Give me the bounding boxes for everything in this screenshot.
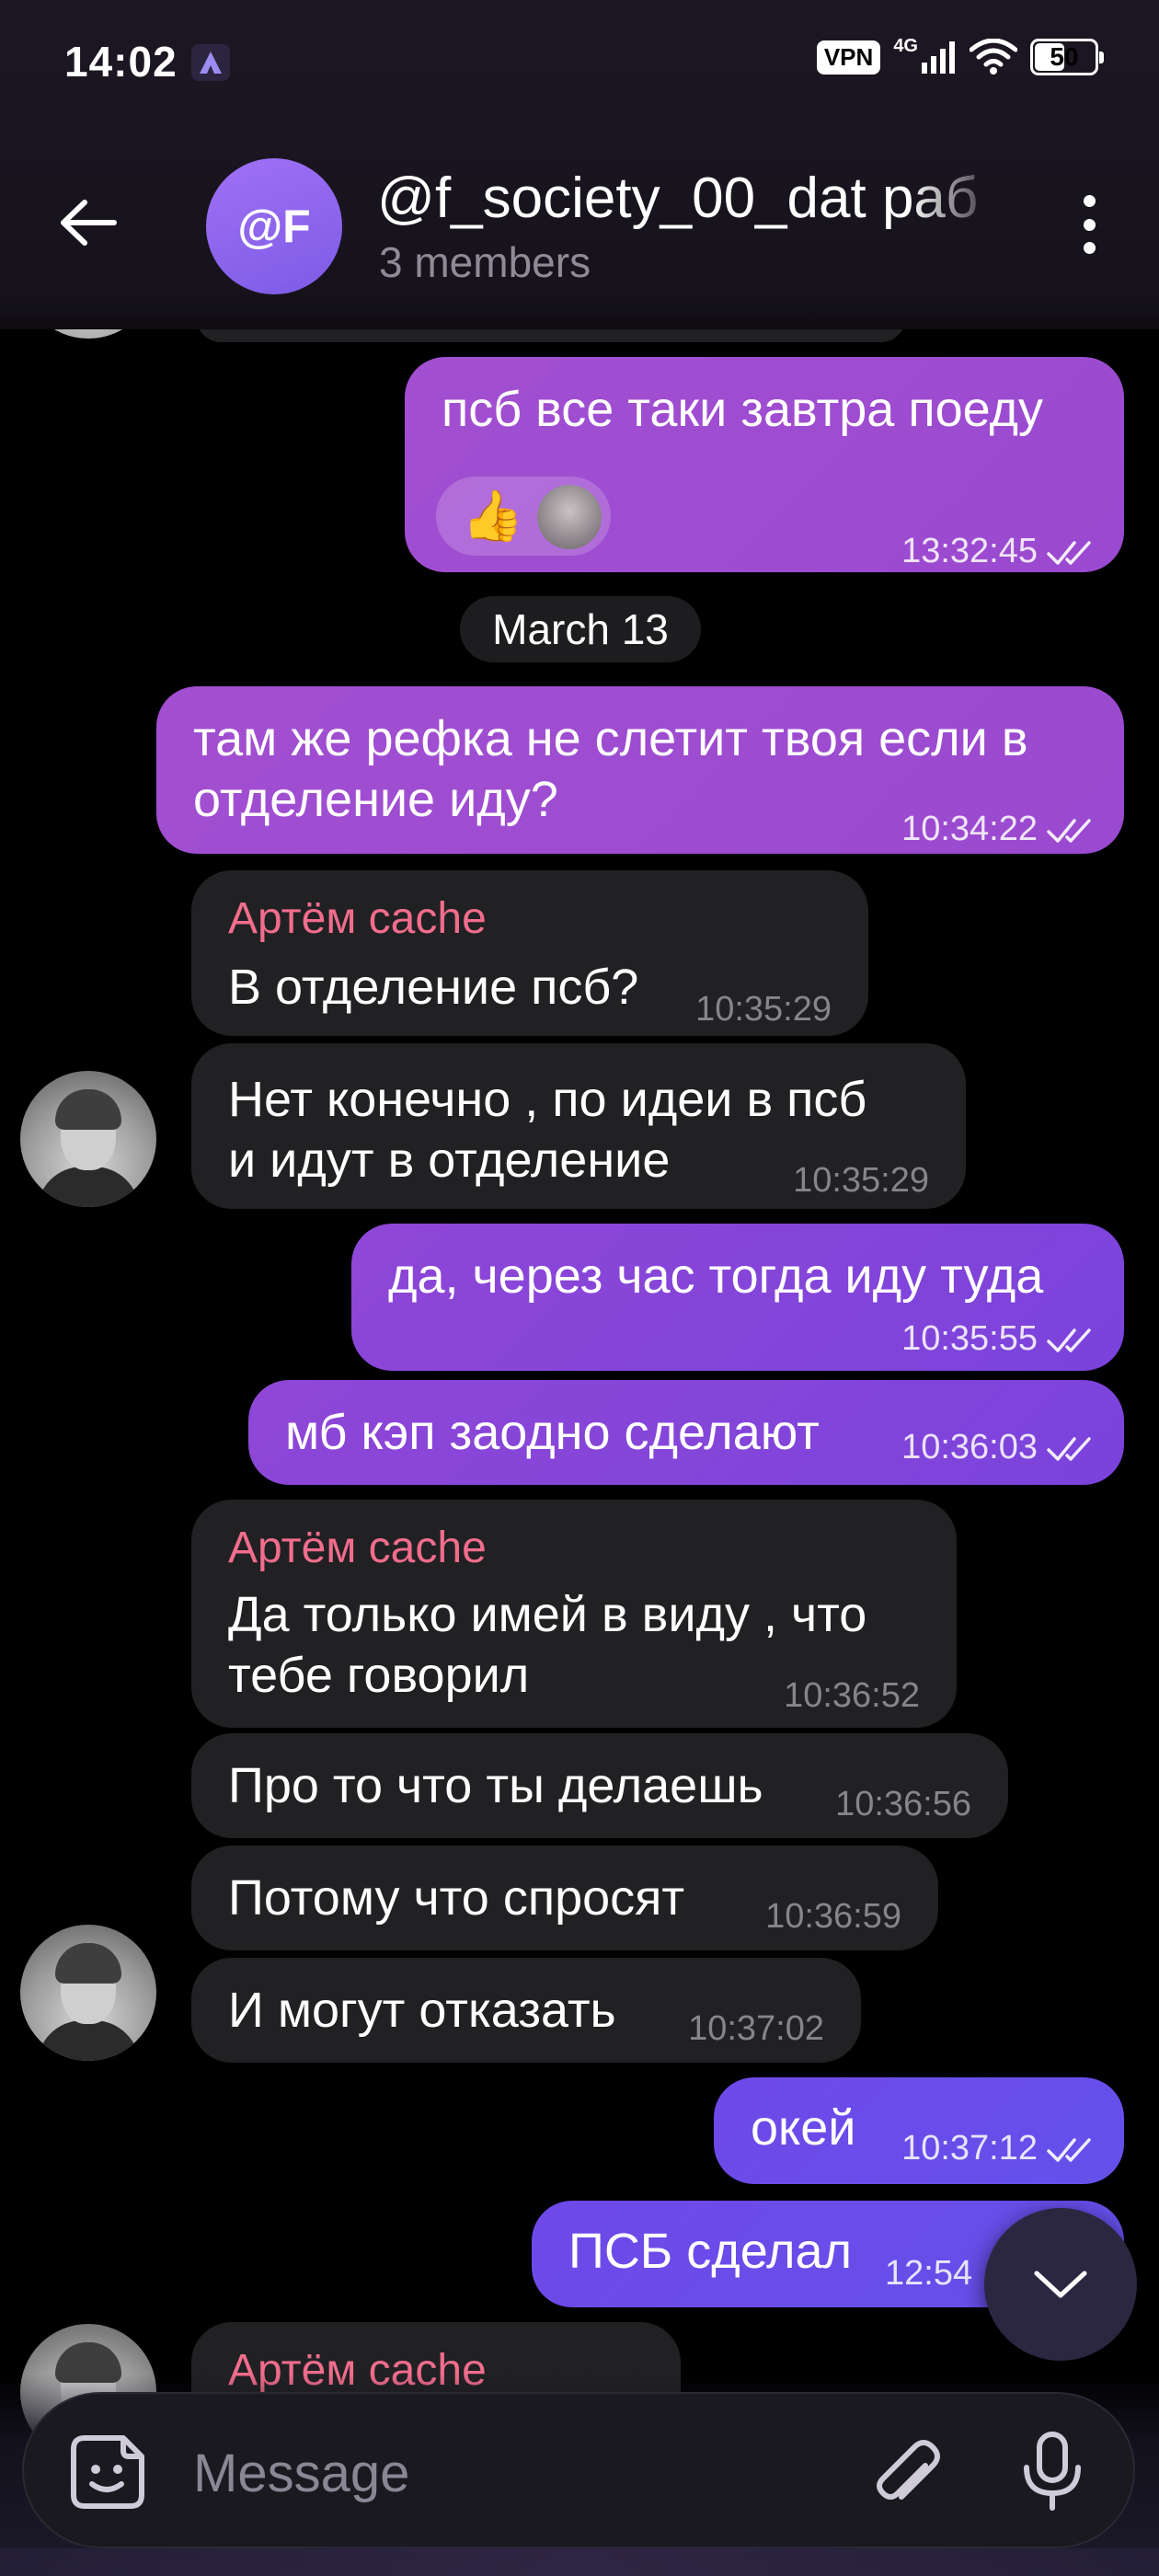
sticker-icon [71,2435,144,2509]
vpn-badge: VPN [816,40,881,75]
chat-members-count: 3 members [379,238,591,286]
message-text: И могут отказать [228,1983,616,2038]
navigation-bar-glow [0,2548,1159,2576]
double-check-icon [1047,1328,1091,1352]
sender-name[interactable]: Артём cache [228,1518,487,1579]
message-input[interactable] [193,2438,837,2508]
message-incoming[interactable]: Артём cache Да только имей в виду , что … [191,1500,957,1728]
scroll-down-button[interactable] [984,2208,1137,2361]
message-time: 10:35:55 [901,1308,1098,1369]
message-text-line: Нет конечно , по идеи в псб [228,1072,867,1127]
chat-title[interactable]: @f_society_00_dat раб [377,166,1003,231]
more-menu-button[interactable] [1074,195,1104,254]
message-time: 12:54 [885,2254,973,2293]
message-outgoing[interactable]: псб все таки завтра поеду 👍 13:32:45 [405,357,1124,572]
notification-app-icon [191,44,230,81]
double-check-icon [1047,819,1091,843]
app-header: 14:02 VPN 4G 50 @F @f_society_00_dat раб… [0,0,1159,329]
message-incoming[interactable]: Про то что ты делаешь 10:36:56 [191,1733,1008,1838]
sticker-button[interactable] [66,2431,149,2513]
battery-level: 50 [1050,42,1079,71]
message-text-line: отделение иду? [193,772,558,827]
attach-button[interactable] [861,2427,949,2515]
group-avatar-initials: @F [237,201,311,252]
more-vertical-icon [1083,195,1096,207]
message-time: 10:35:29 [793,1161,929,1200]
message-incoming[interactable]: Потому что спросят 10:36:59 [191,1846,938,1950]
message-time: 10:36:56 [835,1785,971,1823]
message-text: ПСБ сделал [568,2224,853,2279]
back-button[interactable] [55,195,121,250]
message-text: Про то что ты делаешь [228,1758,763,1813]
sender-name[interactable]: Артём cache [228,889,487,949]
message-text-line: там же рефка не слетит твоя если в [193,711,1028,766]
message-time: 10:37:12 [901,2118,1098,2179]
battery-icon: 50 [1030,39,1104,75]
status-icons: VPN 4G 50 [816,36,1104,75]
double-check-icon [1047,541,1091,565]
user-avatar[interactable] [20,1925,156,2061]
message-text: псб все таки завтра поеду [442,382,1043,437]
message-text-line: и идут в отделение [228,1133,671,1188]
message-composer [22,2392,1135,2548]
double-check-icon [1047,2138,1091,2162]
message-text: окей [751,2100,856,2156]
voice-message-button[interactable] [1008,2427,1096,2515]
message-outgoing[interactable]: окей 10:37:12 [714,2077,1124,2184]
message-text: В отделение псб? [228,960,639,1015]
message-incoming[interactable]: Артём cache В отделение псб? 10:35:29 [191,870,868,1036]
message-list[interactable]: псб все таки завтра поеду 👍 13:32:45 Mar… [0,0,1159,2576]
message-outgoing[interactable]: мб кэп заодно сделают 10:36:03 [248,1380,1124,1485]
message-time: 10:36:52 [784,1676,920,1715]
message-text: да, через час тогда иду туда [388,1248,1044,1304]
message-text-line: тебе говорил [228,1648,530,1703]
reaction-chip[interactable]: 👍 [436,477,611,556]
date-separator: March 13 [460,596,701,662]
arrow-left-icon [61,200,117,246]
message-incoming[interactable]: Нет конечно , по идеи в псб и идут в отд… [191,1043,966,1209]
double-check-icon [1047,1437,1091,1461]
message-text: мб кэп заодно сделают [285,1405,820,1460]
message-text: Потому что спросят [228,1870,685,1926]
group-avatar[interactable]: @F [206,158,342,294]
message-time: 13:32:45 [901,521,1098,581]
message-text-line: Да только имей в виду , что [228,1587,867,1642]
message-outgoing[interactable]: да, через час тогда иду туда 10:35:55 [351,1224,1124,1371]
wifi-icon [970,39,1017,75]
thumbs-up-reaction: 👍 [462,489,524,544]
message-time: 10:36:03 [901,1417,1098,1478]
message-time: 10:36:59 [765,1897,901,1936]
message-time: 10:35:29 [695,990,832,1029]
user-avatar[interactable] [20,1071,156,1207]
message-time: 10:34:22 [901,799,1098,859]
cellular-signal-icon [922,41,955,74]
reactor-avatar [537,485,602,549]
status-time: 14:02 [64,38,178,86]
chevron-down-icon [1034,2271,1087,2298]
message-outgoing[interactable]: там же рефка не слетит твоя если в отдел… [156,686,1124,854]
microphone-icon [1024,2432,1081,2511]
network-type: 4G [893,36,918,56]
paperclip-icon [877,2440,940,2500]
message-incoming[interactable]: И могут отказать 10:37:02 [191,1958,861,2063]
message-time: 10:37:02 [688,2009,824,2048]
